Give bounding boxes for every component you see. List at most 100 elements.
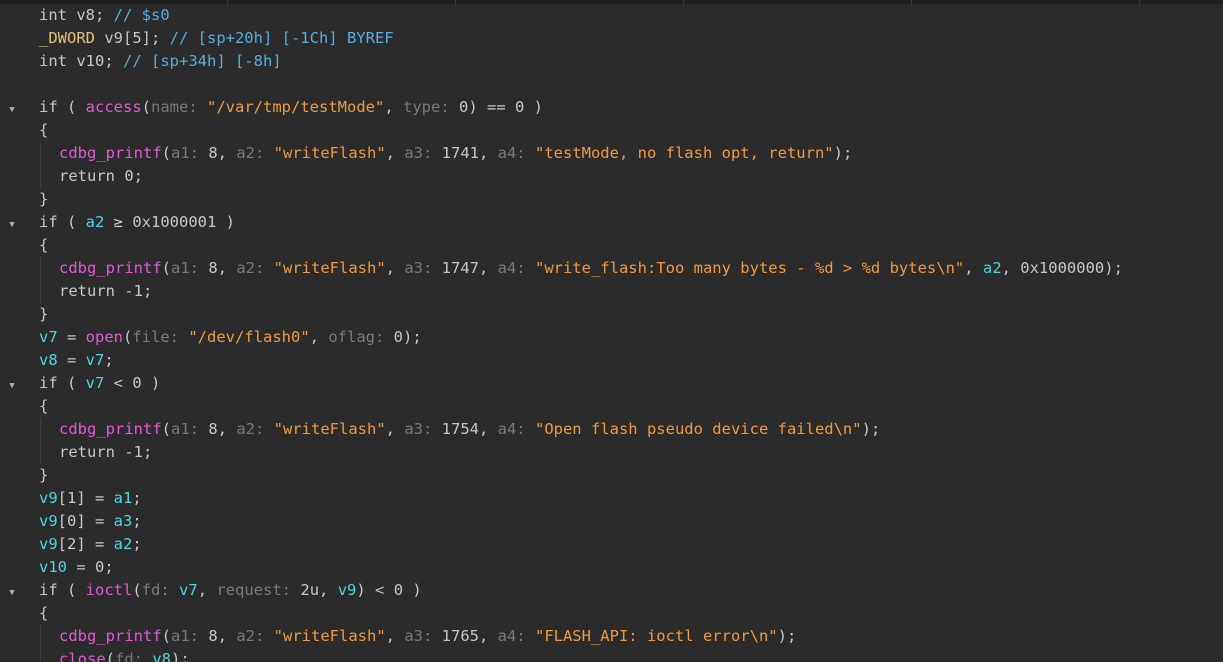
token-plain: , (384, 98, 403, 116)
token-plain: , (478, 259, 498, 277)
token-var: v9 (39, 535, 58, 553)
token-plain: v10; (76, 52, 123, 70)
token-plain: ( (161, 144, 171, 162)
code-line[interactable]: return 0; (0, 165, 1223, 188)
code-line[interactable]: cdbg_printf(a1: 8, a2: "writeFlash", a3:… (0, 257, 1223, 280)
line-gutter (0, 464, 24, 487)
token-var: v7 (85, 351, 105, 369)
token-str: "/dev/flash0" (188, 328, 310, 346)
token-plain: ; (133, 167, 144, 185)
code-text: return 0; (59, 165, 143, 188)
token-hint: a4: (497, 259, 535, 277)
token-plain: [1] = (57, 489, 114, 507)
code-line[interactable]: } (0, 303, 1223, 326)
indent-guide (40, 648, 41, 662)
token-hint: oflag: (328, 328, 394, 346)
token-fn: cdbg_printf (59, 144, 162, 162)
token-plain: ( (161, 420, 171, 438)
code-line[interactable]: ▼ if ( a2 ≥ 0x1000001 ) (0, 211, 1223, 234)
token-kw: if ( (39, 374, 86, 392)
line-gutter (0, 487, 24, 510)
code-line[interactable]: v9[0] = a3; (0, 510, 1223, 533)
token-var: v9 (39, 489, 58, 507)
code-line[interactable]: } (0, 188, 1223, 211)
code-line[interactable] (0, 73, 1223, 96)
code-line[interactable]: cdbg_printf(a1: 8, a2: "writeFlash", a3:… (0, 142, 1223, 165)
code-line[interactable]: v10 = 0; (0, 556, 1223, 579)
code-text: if ( access(name: "/var/tmp/testMode", t… (39, 96, 543, 119)
code-text: close(fd: v8); (59, 648, 190, 662)
code-line[interactable]: int v8; // $s0 (0, 4, 1223, 27)
line-gutter (0, 510, 24, 533)
code-line[interactable]: int v10; // [sp+34h] [-8h] (0, 50, 1223, 73)
code-text: cdbg_printf(a1: 8, a2: "writeFlash", a3:… (59, 625, 796, 648)
code-text: int v8; // $s0 (39, 4, 170, 27)
token-kw: return (59, 282, 125, 300)
token-num: 0x1000000 (1020, 259, 1105, 277)
code-line[interactable]: { (0, 602, 1223, 625)
code-line[interactable]: v9[1] = a1; (0, 487, 1223, 510)
token-hint: a1: (171, 627, 209, 645)
code-line[interactable]: { (0, 119, 1223, 142)
token-num: 1741 (441, 144, 479, 162)
token-fn: open (85, 328, 123, 346)
code-line[interactable]: ▼ if ( ioctl(fd: v7, request: 2u, v9) < 0… (0, 579, 1223, 602)
line-gutter (0, 349, 24, 372)
token-var: v9 (337, 581, 357, 599)
code-lines[interactable]: int v8; // $s0 _DWORD v9[5]; // [sp+20h] … (0, 4, 1223, 662)
token-plain: ( (123, 328, 133, 346)
code-line[interactable]: v9[2] = a2; (0, 533, 1223, 556)
token-num: 8 (208, 420, 218, 438)
token-num: 8 (208, 144, 218, 162)
line-gutter (0, 119, 24, 142)
token-plain: , (385, 420, 405, 438)
token-num: 8 (208, 259, 218, 277)
token-plain: , (478, 144, 498, 162)
token-var: v7 (179, 581, 198, 599)
token-str: "testMode, no flash opt, return" (534, 144, 834, 162)
token-plain: { (39, 604, 49, 622)
line-gutter: ▼ (0, 579, 24, 602)
token-var: v9 (39, 512, 58, 530)
line-gutter (0, 648, 24, 662)
code-line[interactable]: { (0, 395, 1223, 418)
code-text: int v10; // [sp+34h] [-8h] (39, 50, 282, 73)
code-line[interactable]: cdbg_printf(a1: 8, a2: "writeFlash", a3:… (0, 625, 1223, 648)
code-line[interactable]: v8 = v7; (0, 349, 1223, 372)
token-plain: ( (161, 259, 171, 277)
token-var: a3 (113, 512, 133, 530)
token-plain: [2] = (57, 535, 114, 553)
token-hint: fd: (115, 650, 153, 662)
token-hint: a3: (404, 420, 442, 438)
token-plain: ; (143, 282, 153, 300)
token-plain: { (39, 236, 49, 254)
token-hint: a3: (404, 627, 442, 645)
token-plain: ) < 0 ) (356, 581, 422, 599)
code-text: return -1; (59, 441, 152, 464)
indent-guide (40, 257, 41, 280)
token-kw: int (39, 6, 77, 24)
code-editor[interactable]: int v8; // $s0 _DWORD v9[5]; // [sp+20h] … (0, 0, 1223, 662)
code-line[interactable]: return -1; (0, 441, 1223, 464)
code-line[interactable]: close(fd: v8); (0, 648, 1223, 662)
token-plain: ( (132, 581, 142, 599)
token-str: "/var/tmp/testMode" (207, 98, 385, 116)
token-plain: , (964, 259, 983, 277)
code-line[interactable]: ▼ if ( v7 < 0 ) (0, 372, 1223, 395)
code-line[interactable]: } (0, 464, 1223, 487)
indent-guide (40, 441, 41, 464)
code-line[interactable]: ▼ if ( access(name: "/var/tmp/testMode", … (0, 96, 1223, 119)
code-line[interactable]: { (0, 234, 1223, 257)
code-text: cdbg_printf(a1: 8, a2: "writeFlash", a3:… (59, 418, 880, 441)
code-line[interactable]: cdbg_printf(a1: 8, a2: "writeFlash", a3:… (0, 418, 1223, 441)
code-line[interactable]: _DWORD v9[5]; // [sp+20h] [-1Ch] BYREF (0, 27, 1223, 50)
token-kw: return (59, 167, 125, 185)
token-plain: , (217, 144, 237, 162)
code-text: if ( a2 ≥ 0x1000001 ) (39, 211, 235, 234)
token-hint: a4: (497, 420, 535, 438)
code-line[interactable]: v7 = open(file: "/dev/flash0", oflag: 0)… (0, 326, 1223, 349)
code-line[interactable]: return -1; (0, 280, 1223, 303)
token-cmt: // [sp+34h] [-8h] (123, 52, 282, 70)
token-hint: a1: (171, 144, 209, 162)
indent-guide (40, 280, 41, 303)
